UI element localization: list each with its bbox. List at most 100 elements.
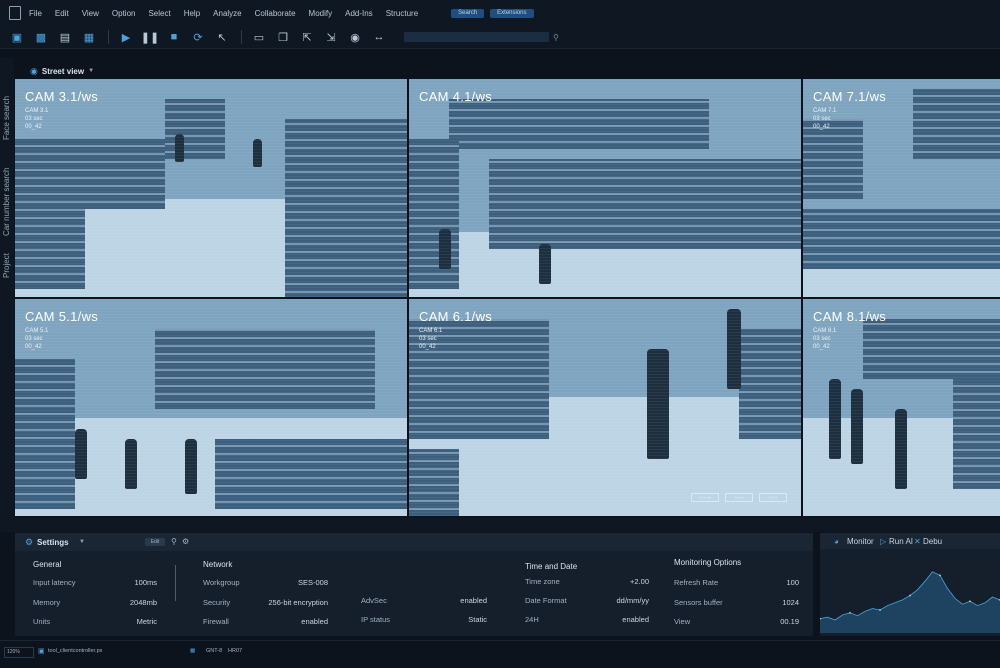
gear-icon[interactable]: ⚙ (182, 537, 189, 546)
setting-label: View (674, 617, 691, 626)
monitor-point (939, 574, 941, 577)
setting-value[interactable]: 256-bit encryption (250, 598, 328, 607)
view-selector[interactable]: ◉ Street view ▼ (14, 63, 1000, 79)
menu-help[interactable]: Help (184, 9, 200, 18)
setting-value[interactable]: 1024 (745, 598, 799, 607)
settings-header: ⚙ Settings ▼ Edit ⚲ ⚙ (15, 533, 813, 551)
extensions-pill-button[interactable]: Extensions (490, 8, 534, 18)
menu-edit[interactable]: Edit (55, 9, 69, 18)
window-icon[interactable]: ▭ (252, 30, 266, 44)
setting-value[interactable]: +2.00 (585, 577, 649, 586)
edit-clip-button[interactable]: EDIT (759, 493, 787, 502)
arrows-icon[interactable]: ↔ (372, 30, 386, 44)
file-icon: ▣ (38, 648, 45, 655)
setting-value[interactable]: enabled (250, 617, 328, 626)
setting-value[interactable]: 100 (745, 578, 799, 587)
close-icon: ✕ (914, 537, 921, 546)
chevron-down-icon[interactable]: ▼ (79, 539, 85, 545)
menu-add-ins[interactable]: Add-Ins (345, 9, 373, 18)
play-icon: ▷ (880, 537, 887, 546)
zoom-select[interactable]: 120% (4, 647, 34, 658)
camera-meta: CAM 5.1 03 sec 00_42 (25, 328, 49, 350)
layers-icon[interactable]: ▩ (34, 30, 48, 44)
setting-value[interactable]: 2048mb (105, 598, 157, 607)
scanline-overlay (15, 299, 407, 516)
setting-label: Security (203, 598, 231, 607)
zoom-button[interactable]: ZOOM (691, 493, 719, 502)
menu-collaborate[interactable]: Collaborate (255, 9, 296, 18)
setting-value[interactable]: Static (415, 615, 487, 624)
footer-tag: GNT-8 (206, 648, 223, 654)
setting-label: Date Format (525, 596, 567, 605)
camera-feed-4-1[interactable]: CAM 4.1/ws (409, 79, 801, 297)
menu-analyze[interactable]: Analyze (213, 9, 241, 18)
setting-label: Sensors buffer (674, 598, 723, 607)
monitor-point (969, 600, 971, 603)
search-icon[interactable]: ⚲ (553, 33, 559, 42)
file-name[interactable]: tool_clientcontroller.px (48, 648, 102, 654)
tab-monitor[interactable]: Monitor (847, 537, 874, 546)
setting-value[interactable]: SES-008 (250, 578, 328, 587)
camera-meta: CAM 6.1 03 sec 00_42 (419, 328, 443, 350)
cube-icon[interactable]: ▣ (10, 30, 24, 44)
status-strip (0, 518, 1000, 532)
menu-select[interactable]: Select (148, 9, 170, 18)
app-logo-icon[interactable] (9, 6, 21, 20)
camera-title: CAM 8.1/ws (813, 309, 887, 324)
menu-structure[interactable]: Structure (386, 9, 418, 18)
tab-run-ai[interactable]: Run AI (889, 537, 913, 546)
time-date-title: Time and Date (525, 562, 578, 571)
setting-label: Memory (33, 598, 61, 607)
camera-feed-7-1[interactable]: CAM 7.1/ws CAM 7.1 03 sec 00_42 (803, 79, 1000, 297)
chip-icon: ▩ (190, 648, 196, 654)
play-icon[interactable]: ▶ (119, 30, 133, 44)
camera-feed-5-1[interactable]: CAM 5.1/ws CAM 5.1 03 sec 00_42 (15, 299, 407, 516)
search-pill-button[interactable]: Search (451, 8, 485, 18)
copy-icon[interactable]: ❐ (276, 30, 290, 44)
setting-value[interactable]: 00.19 (745, 617, 799, 626)
status-bar: 120% ▣ tool_clientcontroller.px ▩ GNT-8 … (0, 640, 1000, 668)
stop-icon[interactable]: ■ (167, 30, 181, 44)
camera-title: CAM 4.1/ws (419, 89, 493, 104)
setting-value[interactable]: enabled (415, 596, 487, 605)
setting-label: Input latency (33, 578, 76, 587)
settings-title[interactable]: Settings (37, 538, 69, 547)
trim-button[interactable]: TRIM (725, 493, 753, 502)
sliders-icon[interactable]: ▦ (82, 30, 96, 44)
tab-debug[interactable]: Debu (923, 537, 942, 546)
refresh-icon[interactable]: ⟳ (191, 30, 205, 44)
chevron-down-icon[interactable]: ▼ (88, 68, 94, 74)
setting-value[interactable]: dd/mm/yy (585, 596, 649, 605)
setting-value[interactable]: enabled (585, 615, 649, 624)
camera-feed-6-1[interactable]: CAM 6.1/ws CAM 6.1 03 sec 00_42 ZOOM TRI… (409, 299, 801, 516)
setting-label: 24H (525, 615, 539, 624)
pointer-icon[interactable]: ↖ (215, 30, 229, 44)
save-icon[interactable]: ▤ (58, 30, 72, 44)
menu-option[interactable]: Option (112, 9, 136, 18)
toolbar-divider (241, 30, 242, 44)
pin-icon[interactable]: ◉ (348, 30, 362, 44)
search-icon[interactable]: ⚲ (171, 537, 177, 546)
export-icon[interactable]: ⇱ (300, 30, 314, 44)
monitor-point (909, 594, 911, 597)
camera-feed-3-1[interactable]: CAM 3.1/ws CAM 3.1 03 sec 00_42 (15, 79, 407, 297)
toolbar-search-input[interactable] (404, 32, 549, 42)
monitor-tabs: ◕ Monitor ▷ Run AI ✕ Debu (820, 533, 1000, 549)
monitor-point (879, 609, 881, 611)
footer-tag: HR07 (228, 648, 243, 654)
edit-button[interactable]: Edit (145, 538, 165, 546)
setting-value[interactable]: 100ms (105, 578, 157, 587)
setting-label: Time zone (525, 577, 560, 586)
scanline-overlay (409, 79, 801, 297)
import-icon[interactable]: ⇲ (324, 30, 338, 44)
pause-icon[interactable]: ❚❚ (141, 30, 159, 44)
camera-feed-8-1[interactable]: CAM 8.1/ws CAM 8.1 03 sec 00_42 (803, 299, 1000, 516)
menu-file[interactable]: File (29, 9, 42, 18)
setting-label: Units (33, 617, 51, 626)
menu-modify[interactable]: Modify (309, 9, 333, 18)
setting-label: AdvSec (361, 596, 387, 605)
left-sidebar: Face search Car number search Project (0, 58, 14, 518)
general-title: General (33, 560, 62, 569)
setting-value[interactable]: Metric (105, 617, 157, 626)
menu-view[interactable]: View (82, 9, 99, 18)
